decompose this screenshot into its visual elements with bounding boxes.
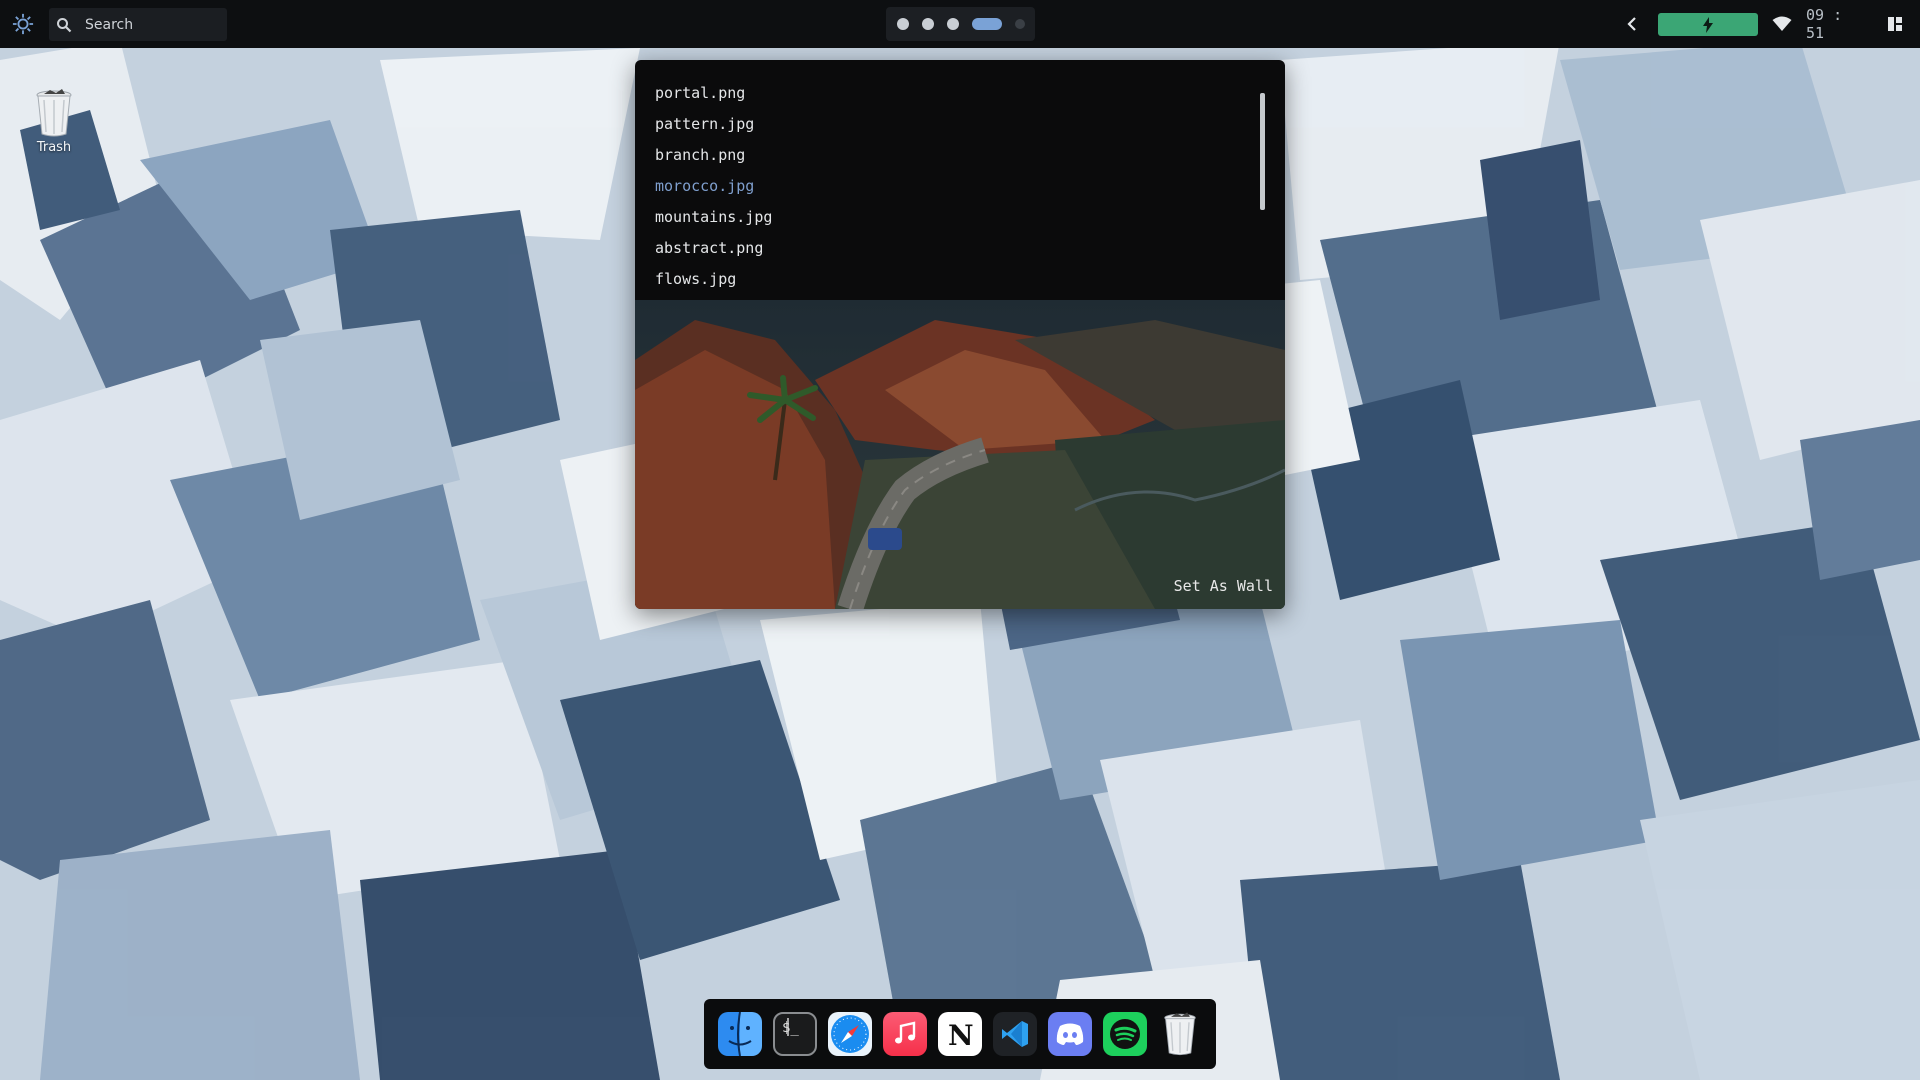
list-item[interactable]: flows.jpg <box>655 264 736 295</box>
search-input[interactable]: Search <box>85 17 133 33</box>
dock-app-finder[interactable] <box>718 1012 762 1056</box>
dock-app-spotify[interactable] <box>1103 1012 1147 1056</box>
dock-app-music[interactable] <box>883 1012 927 1056</box>
vscode-icon <box>1002 1021 1028 1047</box>
search-icon <box>49 8 79 41</box>
workspace-5[interactable] <box>1014 19 1025 29</box>
list-item[interactable]: portal.png <box>655 78 745 109</box>
preview-image <box>635 300 1285 609</box>
launcher-button[interactable] <box>8 0 38 48</box>
scrollbar[interactable] <box>1260 93 1265 210</box>
gear-icon <box>12 13 34 35</box>
terminal-icon: $_ <box>782 1018 799 1036</box>
workspace-2[interactable] <box>921 18 934 30</box>
file-list: portal.png pattern.jpg branch.png morocc… <box>635 60 1285 300</box>
workspace-switcher <box>886 7 1035 41</box>
wallpaper-picker-window: portal.png pattern.jpg branch.png morocc… <box>635 60 1285 609</box>
wifi-icon <box>1772 16 1792 31</box>
top-bar: Search 09 : 51 <box>0 0 1920 48</box>
wallpaper-preview: Set As Wall <box>635 300 1285 609</box>
trash-icon <box>36 89 72 137</box>
workspace-1[interactable] <box>896 18 909 30</box>
workspace-3[interactable] <box>946 18 959 30</box>
desktop-trash[interactable]: Trash <box>24 88 84 158</box>
discord-icon <box>1056 1023 1084 1045</box>
clock[interactable]: 09 : 51 <box>1806 0 1866 48</box>
list-item[interactable]: branch.png <box>655 140 745 171</box>
dock-app-trash[interactable] <box>1158 1012 1202 1056</box>
safari-icon <box>831 1015 869 1053</box>
tray-expand-button[interactable] <box>1620 0 1644 48</box>
trash-icon <box>1164 1012 1196 1056</box>
dock-app-terminal[interactable]: $_ <box>773 1012 817 1056</box>
list-item[interactable]: abstract.png <box>655 233 763 264</box>
set-as-wall-button[interactable]: Set As Wall <box>1174 575 1273 597</box>
list-item[interactable]: pattern.jpg <box>655 109 754 140</box>
battery-indicator[interactable] <box>1658 13 1758 36</box>
list-item[interactable]: mountains.jpg <box>655 202 772 233</box>
workspace-4-active[interactable] <box>971 18 1002 30</box>
trash-label: Trash <box>36 140 72 155</box>
layout-icon <box>1888 17 1902 31</box>
music-icon <box>895 1021 916 1044</box>
layout-button[interactable] <box>1884 0 1906 48</box>
lightning-icon <box>1703 16 1713 33</box>
dock-app-discord[interactable] <box>1048 1012 1092 1056</box>
notion-icon: N <box>948 1019 974 1050</box>
dock-app-vscode[interactable] <box>993 1012 1037 1056</box>
dock-app-notion[interactable]: N <box>938 1012 982 1056</box>
spotify-icon <box>1110 1019 1140 1049</box>
search-bar[interactable]: Search <box>49 8 227 41</box>
wifi-button[interactable] <box>1768 0 1796 48</box>
finder-icon <box>728 1012 752 1056</box>
dock-app-safari[interactable] <box>828 1012 872 1056</box>
chevron-left-icon <box>1627 17 1636 31</box>
svg-text:N: N <box>948 1019 974 1050</box>
list-item-selected[interactable]: morocco.jpg <box>655 171 754 202</box>
dock: $_ N <box>704 999 1216 1069</box>
svg-text:$_: $_ <box>782 1020 799 1036</box>
